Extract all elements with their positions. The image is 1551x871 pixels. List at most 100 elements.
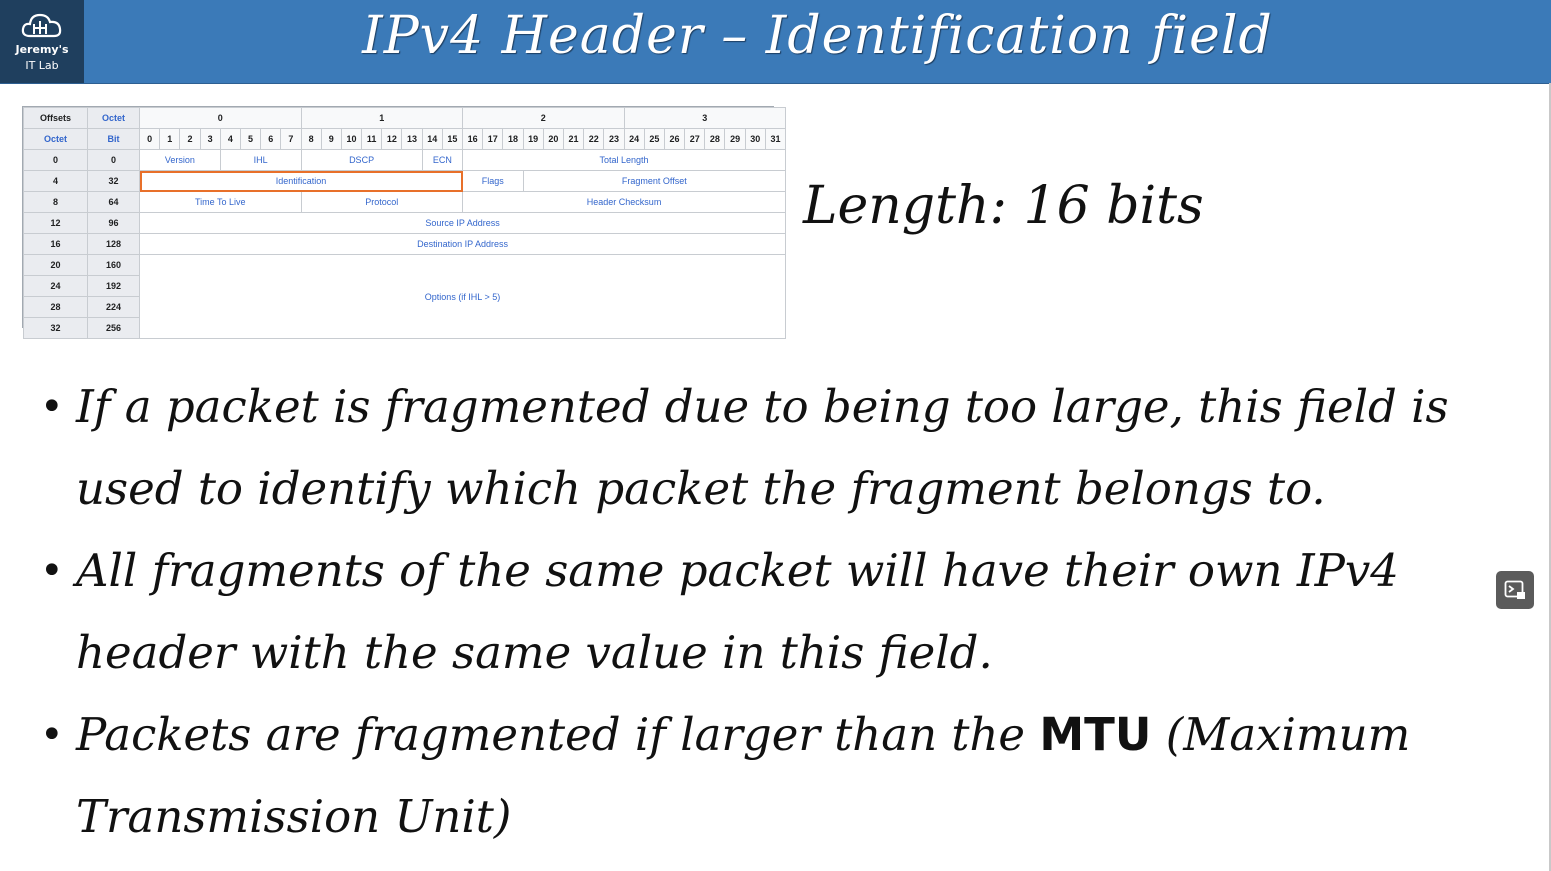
bit-number: 7 <box>280 128 302 150</box>
bit-number: 1 <box>159 128 181 150</box>
bit-number: 28 <box>704 128 726 150</box>
checksum-field: Header Checksum <box>462 191 787 213</box>
field-length-text: Length: 16 bits <box>803 176 1204 236</box>
row-octet: 4 <box>23 170 88 192</box>
bullet-item: • If a packet is fragmented due to being… <box>40 366 1500 530</box>
bit-number: 18 <box>502 128 524 150</box>
row-bit: 0 <box>87 149 140 171</box>
bit-number: 21 <box>562 128 585 150</box>
source-ip-field: Source IP Address <box>138 212 787 234</box>
row-bit: 160 <box>87 254 140 276</box>
options-field: Options (if IHL > 5) <box>138 254 787 339</box>
row-bit: 64 <box>87 191 140 213</box>
table-row: 8 64 Time To Live Protocol Header Checks… <box>23 191 787 213</box>
octet-col-heading: Octet <box>23 128 88 150</box>
table-row: 20 160 Options (if IHL > 5) <box>23 254 787 339</box>
bit-number: 24 <box>623 128 645 150</box>
offsets-heading: Offsets <box>23 107 88 129</box>
total-length-field: Total Length <box>462 149 787 171</box>
row-bit: 256 <box>87 317 140 339</box>
ihl-field: IHL <box>219 149 302 171</box>
row-octet: 8 <box>23 191 88 213</box>
octet-1-heading: 1 <box>300 107 464 129</box>
bit-number: 3 <box>199 128 221 150</box>
bit-number: 29 <box>724 128 746 150</box>
cloud-logo-icon <box>21 13 62 38</box>
bit-number: 27 <box>684 128 706 150</box>
bullet-item: • All fragments of the same packet will … <box>40 530 1500 694</box>
ipv4-header-table: Offsets Octet 0 1 2 3 Octet Bit 01234567… <box>22 106 787 339</box>
bit-number: 0 <box>138 128 161 150</box>
bit-number: 13 <box>401 128 423 150</box>
fragment-offset-field: Fragment Offset <box>522 170 787 192</box>
bullet-dot-icon: • <box>40 712 64 758</box>
slide-title: IPv4 Header – Identification field <box>362 6 1273 66</box>
row-bit: 128 <box>87 233 140 255</box>
bit-number: 17 <box>482 128 504 150</box>
bit-number: 11 <box>361 128 383 150</box>
logo: Jeremy's IT Lab <box>0 0 84 83</box>
bit-number: 22 <box>583 128 605 150</box>
bullet-text: All fragments of the same packet will ha… <box>76 544 1399 679</box>
table-row: Offsets Octet 0 1 2 3 <box>23 107 787 129</box>
bit-number: 30 <box>744 128 766 150</box>
logo-line1: Jeremy's <box>15 43 69 56</box>
version-field: Version <box>139 149 221 171</box>
row-octet: 32 <box>23 317 88 339</box>
bit-number: 25 <box>643 128 665 150</box>
bit-number: 19 <box>522 128 544 150</box>
bit-number: 10 <box>340 128 363 150</box>
bit-number: 31 <box>764 128 787 150</box>
bit-number: 6 <box>260 128 282 150</box>
bit-number: 14 <box>421 128 443 150</box>
logo-line2: IT Lab <box>25 59 59 72</box>
bit-col-heading: Bit <box>87 128 140 150</box>
bit-number: 26 <box>663 128 686 150</box>
octet-heading: Octet <box>87 107 140 129</box>
capture-icon <box>1504 580 1525 599</box>
identification-field: Identification <box>138 170 464 192</box>
bit-number: 20 <box>542 128 564 150</box>
bit-number: 23 <box>603 128 625 150</box>
bullet-item: • Packets are fragmented if larger than … <box>40 694 1500 858</box>
bit-number: 5 <box>239 128 262 150</box>
title-bar: Jeremy's IT Lab IPv4 Header – Identifica… <box>0 0 1551 84</box>
header-table: Offsets Octet 0 1 2 3 Octet Bit 01234567… <box>23 107 787 339</box>
table-row: 4 32 Identification Flags Fragment Offse… <box>23 170 787 192</box>
row-octet: 24 <box>23 275 88 297</box>
screenshot-capture-button[interactable] <box>1496 571 1534 609</box>
bit-number: 4 <box>219 128 241 150</box>
bit-number: 16 <box>462 128 484 150</box>
bullet-text: If a packet is fragmented due to being t… <box>76 380 1449 515</box>
table-row: 12 96 Source IP Address <box>23 212 787 234</box>
dscp-field: DSCP <box>300 149 423 171</box>
octet-2-heading: 2 <box>462 107 625 129</box>
row-bit: 192 <box>87 275 140 297</box>
row-octet: 20 <box>23 254 88 276</box>
row-bit: 96 <box>87 212 140 234</box>
bit-number: 15 <box>441 128 464 150</box>
row-bit: 224 <box>87 296 140 318</box>
mtu-term: MTU <box>1039 708 1152 761</box>
ecn-field: ECN <box>421 149 464 171</box>
protocol-field: Protocol <box>300 191 464 213</box>
row-octet: 12 <box>23 212 88 234</box>
row-octet: 0 <box>23 149 88 171</box>
bullet-list: • If a packet is fragmented due to being… <box>40 366 1500 858</box>
row-bit: 32 <box>87 170 140 192</box>
row-octet: 16 <box>23 233 88 255</box>
table-row: Octet Bit 0 1 2 3 4 5 6 7 8 9 10 11 12 13 14 15 16 17 18 19… <box>23 128 787 150</box>
octet-0-heading: 0 <box>139 107 302 129</box>
octet-3-heading: 3 <box>623 107 787 129</box>
table-row: 16 128 Destination IP Address <box>23 233 787 255</box>
ttl-field: Time To Live <box>139 191 302 213</box>
row-octet: 28 <box>23 296 88 318</box>
bit-number: 2 <box>179 128 201 150</box>
bit-number: 9 <box>320 128 342 150</box>
bullet-text-pre: Packets are fragmented if larger than th… <box>76 708 1040 761</box>
flags-field: Flags <box>462 170 524 192</box>
table-row: 0 0 Version IHL DSCP ECN Total Length <box>23 149 787 171</box>
bullet-dot-icon: • <box>40 548 64 594</box>
bullet-dot-icon: • <box>40 384 64 430</box>
destination-ip-field: Destination IP Address <box>138 233 787 255</box>
